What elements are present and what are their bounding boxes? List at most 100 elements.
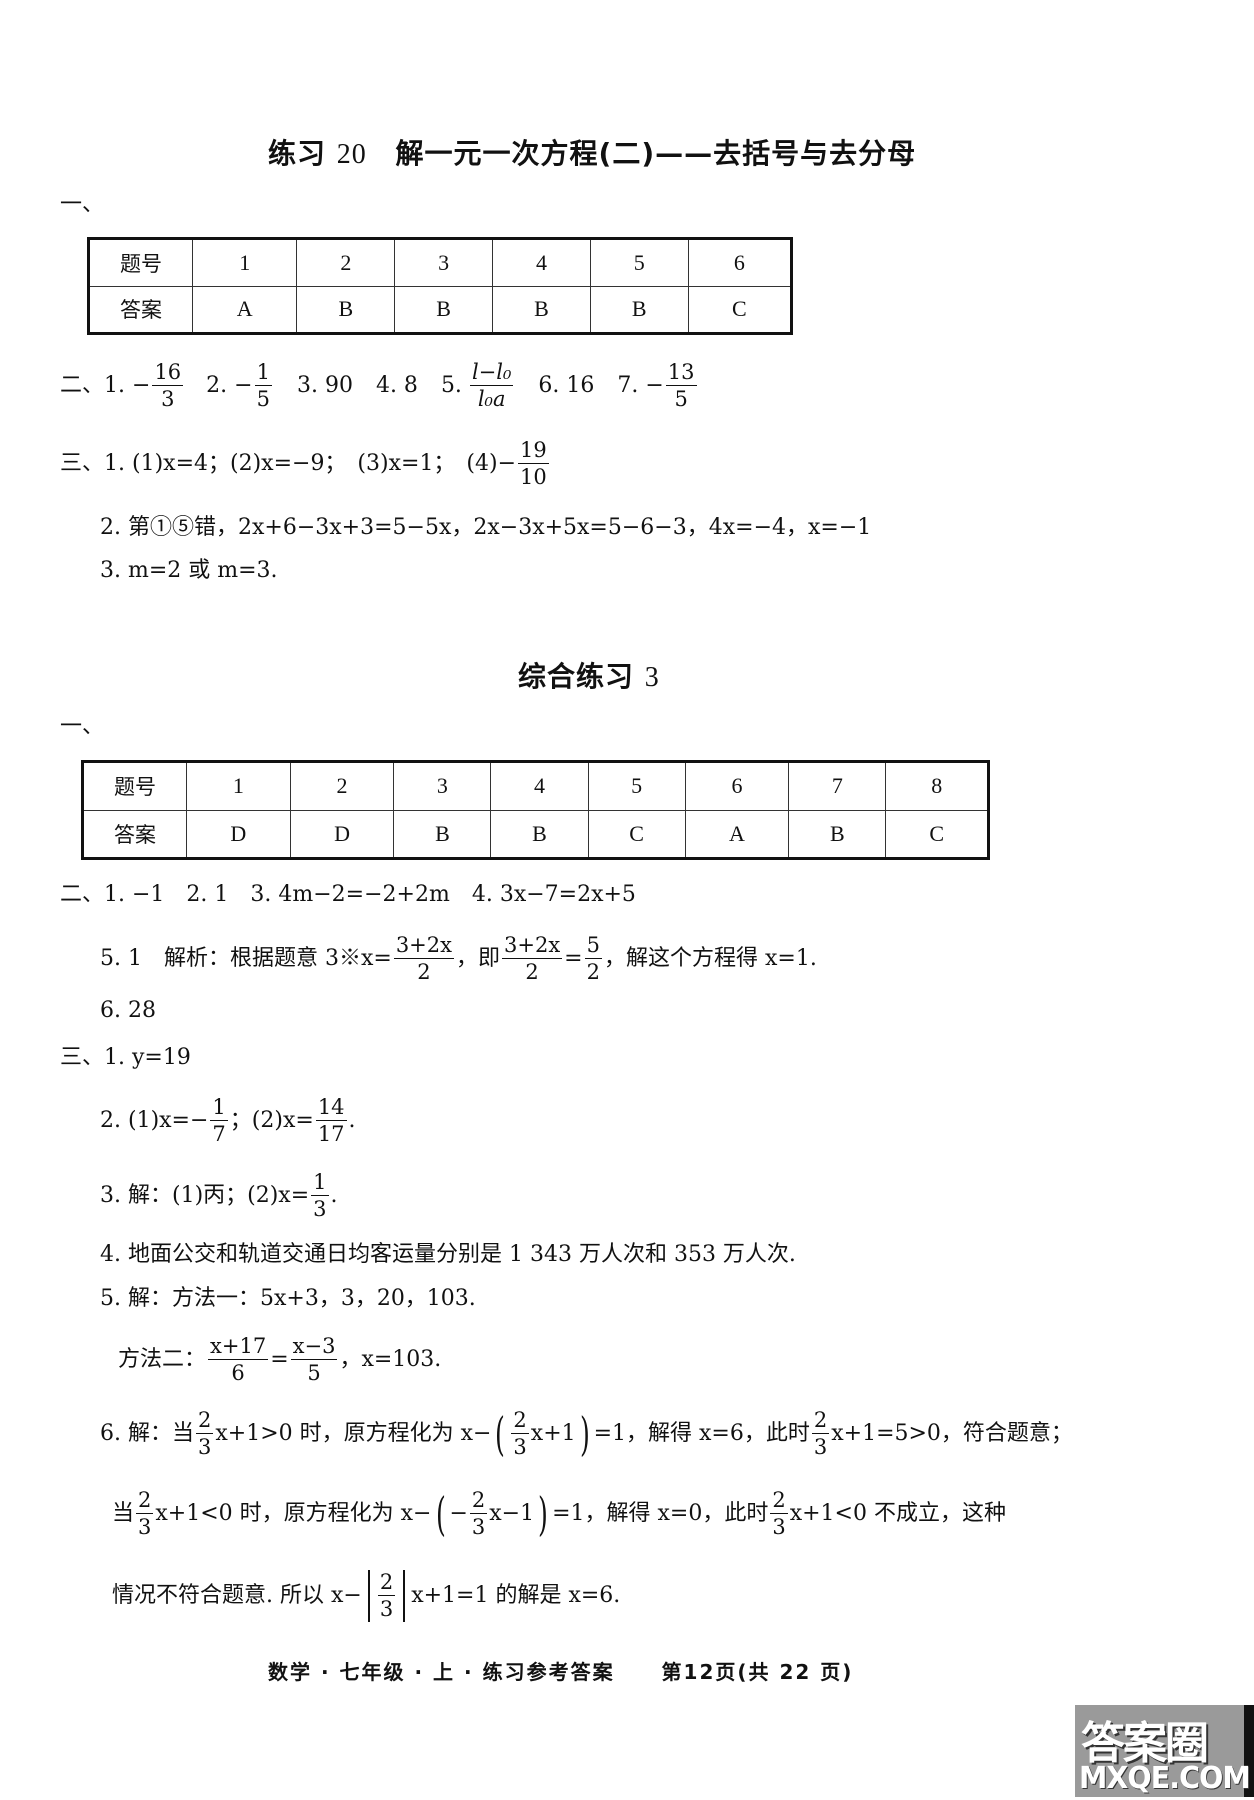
table-cell: D xyxy=(289,809,395,859)
footer-page-number: 第12页(共 22 页) xyxy=(661,1660,854,1684)
numerator: 1 xyxy=(210,1095,228,1121)
s1-part3-q2: 2. 第①⑤错，2x+6−3x+3=5−5x，2x−3x+5x=5−6−3，4x… xyxy=(100,515,872,540)
fraction: x−3 5 xyxy=(290,1334,338,1385)
answer-text: 6. 16 xyxy=(538,373,595,398)
answer-text: x−1 xyxy=(489,1501,535,1526)
denominator: 5 xyxy=(674,387,688,411)
numerator: 16 xyxy=(152,360,184,386)
numerator: 2 xyxy=(469,1488,488,1514)
table-cell: C xyxy=(885,809,989,859)
answer-text: x+1=1 的解是 x=6. xyxy=(411,1583,621,1608)
table-cell: B xyxy=(788,809,887,859)
table-cell: 6 xyxy=(687,238,793,287)
answer-text: 2. − xyxy=(206,373,253,398)
answer-label: 答案 xyxy=(82,809,187,859)
answer-text: 5. xyxy=(440,373,462,398)
header-label: 题号 xyxy=(88,238,193,287)
numerator: 2 xyxy=(770,1488,788,1514)
section1-title: 练习 20 解一元一次方程(二)——去括号与去分母 xyxy=(268,132,916,172)
table-cell: 3 xyxy=(393,761,492,811)
fraction: 23 xyxy=(770,1488,788,1538)
numerator: 14 xyxy=(315,1095,347,1121)
section2-title: 综合练习 3 xyxy=(518,655,660,695)
table-row-answers: 答案 A B B B B C xyxy=(88,285,793,334)
fraction: 23 xyxy=(195,1408,214,1458)
denominator: 3 xyxy=(313,1197,327,1221)
fraction: 23 xyxy=(469,1488,488,1539)
s1-part2-line: 二、1. −16 3 2. −1 5 3. 90 4. 8 5. l−l₀ l₀a 6.… xyxy=(60,362,699,410)
s2-part1-label: 一、 xyxy=(60,714,105,739)
denominator: 3 xyxy=(513,1435,527,1459)
table-cell: 2 xyxy=(296,238,396,287)
numerator: x−3 xyxy=(290,1334,338,1360)
table-cell: B xyxy=(492,285,591,334)
s2-part3-q3: 3. 解：(1)丙；(2)x= 1 3. xyxy=(100,1172,338,1220)
numerator: 2 xyxy=(377,1570,396,1596)
title-number: 20 xyxy=(336,139,367,170)
table-cell: B xyxy=(490,809,589,859)
table-cell: 4 xyxy=(490,761,589,811)
denominator: l₀a xyxy=(477,387,506,411)
numerator: 2 xyxy=(136,1488,154,1514)
part-label: 三、 xyxy=(60,451,105,476)
answer-text: = xyxy=(564,946,583,971)
left-paren: ( xyxy=(495,1407,506,1461)
answer-text: 3. 90 xyxy=(296,373,353,398)
table-cell: B xyxy=(393,809,492,859)
table-cell: C xyxy=(587,809,686,859)
answer-text: 1. − xyxy=(104,373,151,398)
fraction: 3+2x 2 xyxy=(502,935,563,983)
fraction: 23 xyxy=(377,1570,396,1621)
denominator: 17 xyxy=(317,1122,345,1146)
numerator: 2 xyxy=(195,1408,214,1434)
answer-text: = xyxy=(270,1347,289,1372)
numerator: 5 xyxy=(584,933,602,959)
answer-text: ；(2)x= xyxy=(229,1108,314,1133)
numerator: 2 xyxy=(511,1408,529,1434)
denominator: 2 xyxy=(417,960,431,984)
fraction: 3+2x 2 xyxy=(393,933,454,984)
fraction: 23 xyxy=(811,1408,830,1458)
table-row-numbers: 题号 1 2 3 4 5 6 7 8 xyxy=(82,761,989,811)
fraction: 16 3 xyxy=(152,360,184,410)
numerator: 3+2x xyxy=(393,933,454,959)
fraction: 13 5 xyxy=(665,362,697,411)
table-cell: C xyxy=(687,285,793,334)
answer-text: 1. −1 2. 1 3. 4m−2=−2+2m 4. 3x−7=2x+5 xyxy=(104,882,636,907)
s2-part3-q2: 2. (1)x=− 1 7 ；(2)x= 14 17. xyxy=(100,1097,356,1145)
answer-text: 方法二： xyxy=(118,1347,207,1372)
denominator: 3 xyxy=(379,1597,394,1621)
answer-text: 7. − xyxy=(617,373,664,398)
s2-answer-table: 题号 1 2 3 4 5 6 7 8 答案 D D B B C A B C xyxy=(81,760,990,860)
answer-text: 情况不符合题意. 所以 x− xyxy=(112,1583,362,1608)
table-cell: 6 xyxy=(684,761,790,811)
s2-part3-q6-line2: 当 2 3 x+1<0 时，原方程化为 x−(−2 3 x−1) =1，解得 x=0，此时 2… xyxy=(112,1490,1006,1538)
answer-text: ，解这个方程得 x=1. xyxy=(603,946,817,971)
answer-text: x+1<0 不成立，这种 xyxy=(789,1501,1006,1526)
answer-text: . xyxy=(330,1183,338,1208)
denominator: 3 xyxy=(471,1515,486,1539)
denominator: 5 xyxy=(256,387,270,411)
answer-text: =1，解得 x=0，此时 xyxy=(552,1501,769,1526)
s2-part2-q6: 6. 28 xyxy=(100,998,156,1023)
answer-text: 2. (1)x=− xyxy=(100,1108,209,1133)
title-main: 综合练习 xyxy=(518,660,635,693)
answer-text: 3. 解：(1)丙；(2)x= xyxy=(100,1183,310,1208)
table-cell: B xyxy=(394,285,494,334)
numerator: x+17 xyxy=(208,1334,269,1360)
denominator: 6 xyxy=(231,1361,245,1385)
s2-part3-q5-line1: 5. 解：方法一：5x+3，3，20，103. xyxy=(100,1286,476,1311)
numerator: 2 xyxy=(811,1408,830,1434)
answer-text: x+1<0 时，原方程化为 x− xyxy=(155,1501,432,1526)
answer-text: 1. y=19 xyxy=(104,1045,191,1070)
s1-answer-table: 题号 1 2 3 4 5 6 答案 A B B B B C xyxy=(87,237,793,335)
s2-part3-q4: 4. 地面公交和轨道交通日均客运量分别是 1 343 万人次和 353 万人次. xyxy=(100,1242,796,1267)
answer-text: ，即 xyxy=(455,946,500,971)
table-cell: 7 xyxy=(788,761,887,811)
s2-part3-q6-line1: 6. 解：当 2 3 x+1>0 时，原方程化为 x−(2 3 x+1) =1，解得 x=6… xyxy=(100,1410,1073,1458)
s2-part3-q5-line2: 方法二： x+17 6 = x−3 5 ，x=103. xyxy=(118,1336,441,1384)
answer-text: x+1 xyxy=(530,1421,576,1446)
numerator: 19 xyxy=(518,438,549,464)
denominator: 5 xyxy=(307,1361,321,1385)
right-paren: ) xyxy=(579,1407,590,1461)
